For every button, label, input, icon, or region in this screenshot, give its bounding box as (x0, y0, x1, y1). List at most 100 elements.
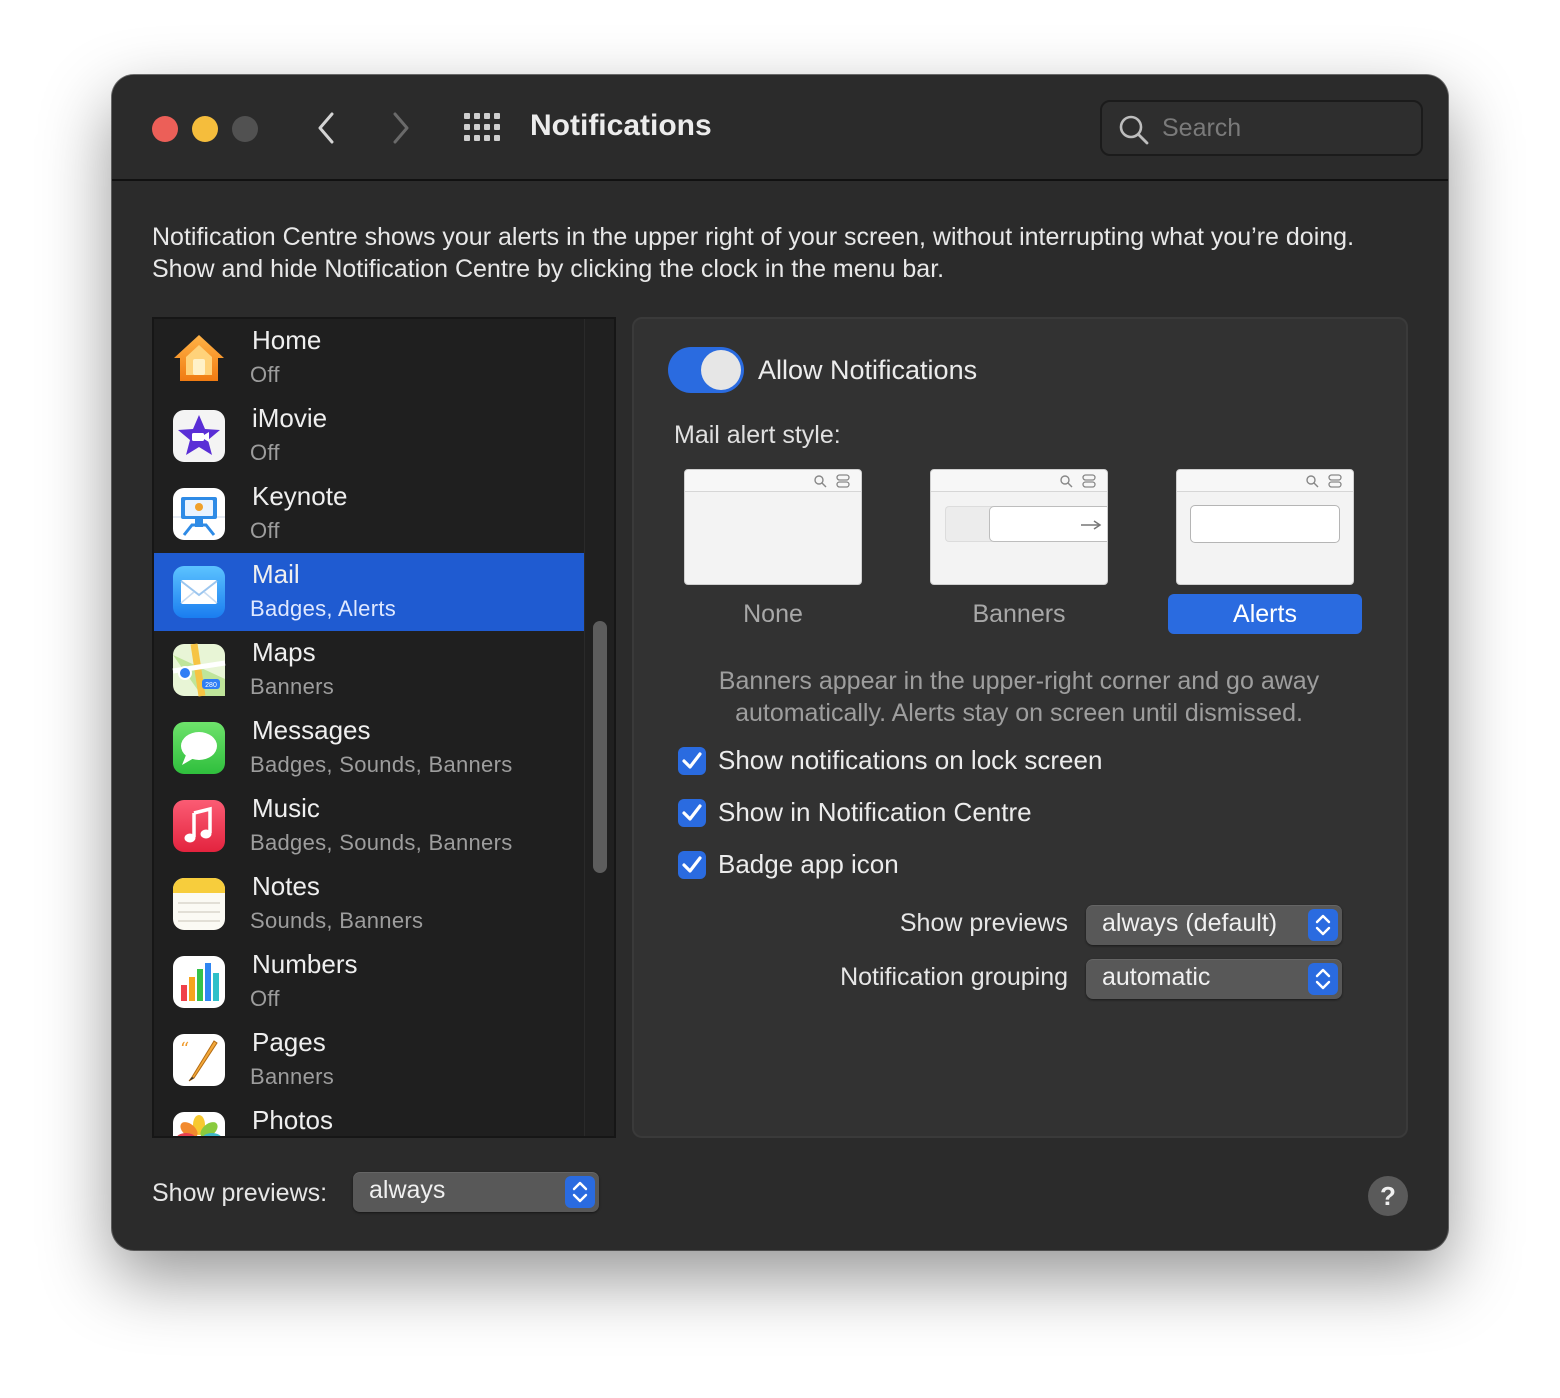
lock-screen-checkbox[interactable] (678, 747, 706, 775)
lock-screen-label: Show notifications on lock screen (718, 745, 1103, 775)
global-show-previews-label: Show previews: (152, 1179, 328, 1207)
search-icon (814, 475, 827, 488)
maps-app-icon: 280 (172, 643, 226, 697)
imovie-app-icon (173, 410, 225, 462)
window-title: Notifications (530, 109, 712, 142)
list-item-music[interactable]: Music Badges, Sounds, Banners (154, 787, 584, 865)
list-item-mail[interactable]: Mail Badges, Alerts (154, 553, 584, 631)
app-list-items: Home Off iMovie Off Keynote Off Mail Bad… (154, 319, 584, 1136)
app-name: Mail (252, 559, 300, 589)
app-status: Banners (250, 674, 335, 699)
app-status: Off (250, 518, 280, 543)
allow-notifications-label: Allow Notifications (758, 355, 978, 385)
popup-stepper (1308, 909, 1338, 941)
app-name: Home (252, 325, 322, 355)
show-previews-popup[interactable]: always (default) (1086, 905, 1342, 945)
svg-text:280: 280 (205, 682, 217, 689)
list-item-notes[interactable]: Notes Sounds, Banners (154, 865, 584, 943)
app-status: Sounds, Banners (250, 908, 424, 933)
close-window-button[interactable] (152, 116, 178, 142)
checkmark-icon (682, 856, 702, 873)
list-item-imovie[interactable]: iMovie Off (154, 397, 584, 475)
search-icon (1306, 475, 1319, 488)
chevron-up-down-icon (1315, 914, 1331, 936)
notification-grouping-value: automatic (1102, 963, 1211, 991)
numbers-app-icon (173, 956, 225, 1008)
global-show-previews-popup[interactable]: always (353, 1172, 599, 1212)
app-name: Pages (252, 1027, 326, 1057)
chevron-up-down-icon (1315, 968, 1331, 990)
popup-stepper (1308, 963, 1338, 995)
app-name: Music (252, 793, 320, 823)
forward-button[interactable] (380, 108, 420, 148)
back-button[interactable] (307, 108, 347, 148)
show-all-grid-icon[interactable] (462, 113, 502, 143)
chevron-up-down-icon (572, 1181, 588, 1203)
list-scrollbar-thumb[interactable] (593, 621, 607, 873)
help-button[interactable]: ? (1368, 1176, 1408, 1216)
toggle-knob (701, 350, 741, 390)
show-previews-value: always (default) (1102, 909, 1278, 937)
alert-style-alerts[interactable]: Alerts (1168, 469, 1362, 634)
global-show-previews-value: always (369, 1176, 446, 1204)
notification-settings-panel: Allow Notifications Mail alert style: No… (632, 317, 1408, 1138)
minimize-window-button[interactable] (192, 116, 218, 142)
list-item-messages[interactable]: Messages Badges, Sounds, Banners (154, 709, 584, 787)
notification-grouping-popup[interactable]: automatic (1086, 959, 1342, 999)
list-item-home[interactable]: Home Off (154, 319, 584, 397)
app-name: Maps (252, 637, 316, 667)
notification-centre-checkbox[interactable] (678, 799, 706, 827)
control-centre-icon (1082, 474, 1096, 488)
app-status: Off (250, 440, 280, 465)
alert-style-none[interactable]: None (684, 469, 862, 628)
alert-style-label: Mail alert style: (674, 421, 841, 449)
show-previews-label: Show previews (899, 909, 1068, 937)
search-field[interactable] (1100, 100, 1423, 156)
alert-style-banners-label: Banners (972, 600, 1066, 628)
chevron-right-icon (393, 112, 409, 144)
badge-app-icon-checkbox[interactable] (678, 851, 706, 879)
messages-app-icon (173, 722, 225, 774)
photos-app-icon (173, 1112, 225, 1136)
system-preferences-window: Notifications Notification Centre shows … (112, 75, 1448, 1250)
control-centre-icon (1328, 474, 1342, 488)
intro-text: Notification Centre shows your alerts in… (152, 223, 1355, 283)
list-item-pages[interactable]: “ Pages Banners (154, 1021, 584, 1099)
home-app-icon (174, 335, 224, 381)
popup-stepper (565, 1176, 595, 1208)
alert-style-none-preview (684, 469, 862, 585)
arrow-right-icon (1081, 520, 1102, 530)
search-icon (1119, 115, 1149, 145)
app-name: Photos (252, 1105, 333, 1135)
app-status: Badges, Alerts (250, 596, 397, 621)
app-status: Banners (250, 1064, 335, 1089)
list-item-numbers[interactable]: Numbers Off (154, 943, 584, 1021)
pages-app-icon: “ (173, 1034, 225, 1086)
app-status: Off (250, 362, 280, 387)
alert-style-none-label: None (743, 600, 803, 628)
search-input[interactable] (1162, 112, 1412, 144)
mail-app-icon (173, 566, 225, 618)
control-centre-icon (836, 474, 850, 488)
notification-centre-label: Show in Notification Centre (718, 797, 1032, 827)
banner-preview-box (989, 506, 1107, 542)
alert-style-description: Banners appear in the upper-right corner… (718, 667, 1320, 727)
alert-style-alerts-preview (1176, 469, 1354, 585)
search-icon (1060, 475, 1073, 488)
notes-app-icon (173, 878, 225, 930)
list-item-keynote[interactable]: Keynote Off (154, 475, 584, 553)
app-status: Badges, Sounds, Banners (250, 752, 513, 777)
list-item-photos[interactable]: Photos (154, 1099, 584, 1136)
allow-notifications-toggle[interactable] (668, 347, 744, 393)
banner-ghost (945, 506, 995, 542)
preview-menu-bar (1177, 470, 1353, 492)
checkmark-icon (682, 752, 702, 769)
list-item-maps[interactable]: 280 Maps Banners (154, 631, 584, 709)
alert-preview-box (1190, 505, 1340, 543)
app-list: Home Off iMovie Off Keynote Off Mail Bad… (152, 317, 616, 1138)
chevron-left-icon (318, 112, 334, 144)
preview-menu-bar (931, 470, 1107, 492)
title-bar: Notifications (112, 75, 1448, 181)
zoom-window-button[interactable] (232, 116, 258, 142)
alert-style-banners[interactable]: Banners (930, 469, 1108, 628)
